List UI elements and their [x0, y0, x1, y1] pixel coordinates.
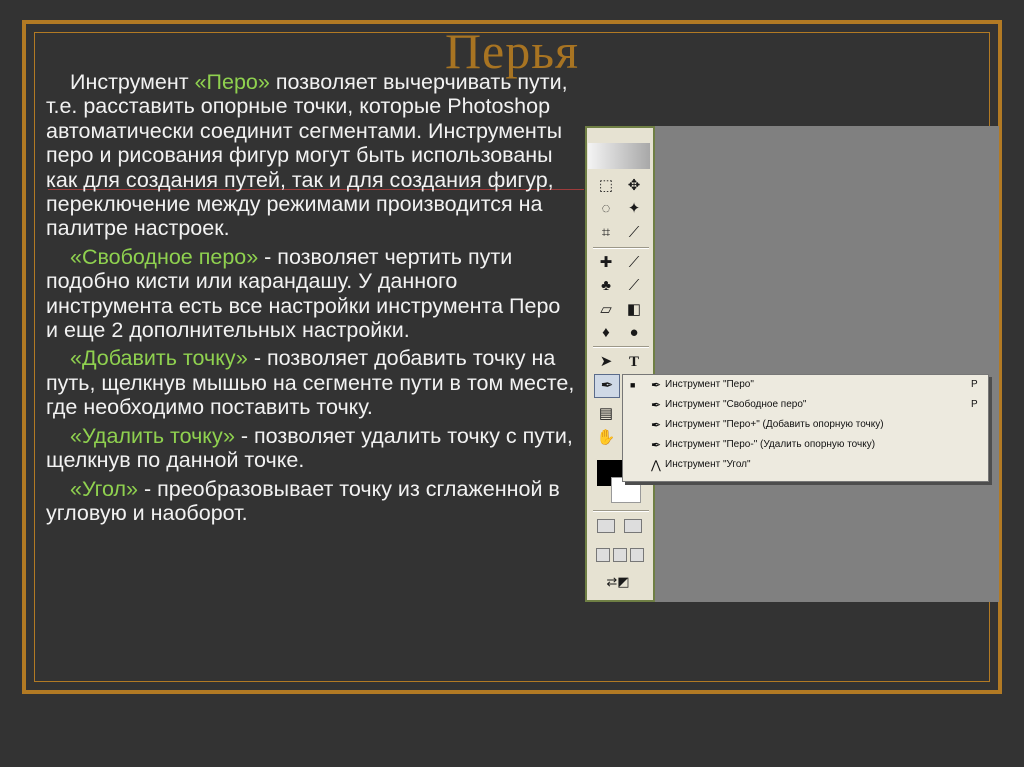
slice-icon[interactable]: ⟋: [624, 223, 644, 243]
marquee-icon[interactable]: ⬚: [596, 176, 616, 196]
notes-icon[interactable]: ▤: [596, 404, 616, 424]
dodge-icon[interactable]: ●: [624, 323, 644, 343]
jump-to-imageready-icon[interactable]: ⇄◩: [596, 572, 640, 592]
term-pen: «Перо»: [194, 70, 270, 94]
healing-brush-icon[interactable]: ✚: [596, 253, 616, 273]
screen-mode-full-menu-icon[interactable]: [613, 548, 627, 562]
lasso-icon[interactable]: ◌: [596, 199, 616, 219]
term-add-point: «Добавить точку»: [70, 346, 248, 371]
paragraph-add-point: «Добавить точку» - позволяет добавить то…: [46, 346, 575, 420]
hand-icon[interactable]: ✋: [596, 428, 616, 448]
pen-tool-flyout-menu: ■ ✒ Инструмент "Перо" P ✒ Инструмент "Св…: [622, 374, 989, 482]
menu-item-add-anchor-point[interactable]: ✒ Инструмент "Перо+" (Добавить опорную т…: [623, 415, 988, 435]
term-convert-point: «Угол»: [70, 476, 139, 501]
move-icon[interactable]: ✥: [624, 176, 644, 196]
brush-icon[interactable]: ⟋: [624, 253, 644, 273]
history-brush-icon[interactable]: ⟋: [624, 276, 644, 296]
term-freeform-pen: «Свободное перо»: [70, 244, 259, 269]
blur-icon[interactable]: ♦: [596, 323, 616, 343]
paragraph-convert-point: «Угол» - преобразовывает точку из сглаже…: [46, 476, 560, 525]
eraser-icon[interactable]: ▱: [596, 300, 616, 320]
paragraph-freeform-pen: «Свободное перо» - позволяет чертить пут…: [46, 244, 561, 343]
feather-logo-icon: [588, 143, 650, 169]
body-text: Инструмент «Перо» позволяет вычерчивать …: [46, 70, 578, 529]
standard-mode-icon[interactable]: [597, 519, 615, 533]
menu-item-pen[interactable]: ■ ✒ Инструмент "Перо" P: [623, 375, 988, 395]
canvas-area: [655, 126, 999, 602]
menu-item-delete-anchor-point[interactable]: ✒ Инструмент "Перо-" (Удалить опорную то…: [623, 435, 988, 455]
toolbox-separator: [593, 510, 649, 512]
convert-point-icon: ⋀: [651, 458, 661, 472]
delete-anchor-point-icon: ✒: [651, 438, 662, 452]
paragraph-delete-point: «Удалить точку» - позволяет удалить точк…: [46, 423, 573, 473]
add-anchor-point-icon: ✒: [651, 418, 662, 432]
stamp-icon[interactable]: ♣: [596, 276, 616, 296]
type-icon[interactable]: T: [624, 352, 644, 372]
screen-mode-standard-icon[interactable]: [596, 548, 610, 562]
term-delete-point: «Удалить точку»: [70, 423, 235, 448]
pen-icon[interactable]: ✒: [597, 376, 617, 396]
menu-item-convert-point[interactable]: ⋀ Инструмент "Угол": [623, 455, 988, 475]
quick-mask-icon[interactable]: [624, 519, 642, 533]
gradient-icon[interactable]: ◧: [624, 300, 644, 320]
freeform-pen-icon: ✒: [651, 398, 662, 412]
magic-wand-icon[interactable]: ✦: [624, 199, 644, 219]
toolbox-separator: [593, 346, 649, 348]
toolbox-separator: [593, 247, 649, 249]
path-select-icon[interactable]: ➤: [596, 352, 616, 372]
menu-item-freeform-pen[interactable]: ✒ Инструмент "Свободное перо" P: [623, 395, 988, 415]
pen-icon: ✒: [651, 378, 662, 392]
paragraph-pen: Инструмент «Перо» позволяет вычерчивать …: [46, 70, 568, 241]
crop-icon[interactable]: ⌗: [596, 223, 616, 243]
screen-mode-full-icon[interactable]: [630, 548, 644, 562]
slide: Перья Инструмент «Перо» позволяет вычерч…: [0, 0, 1024, 767]
